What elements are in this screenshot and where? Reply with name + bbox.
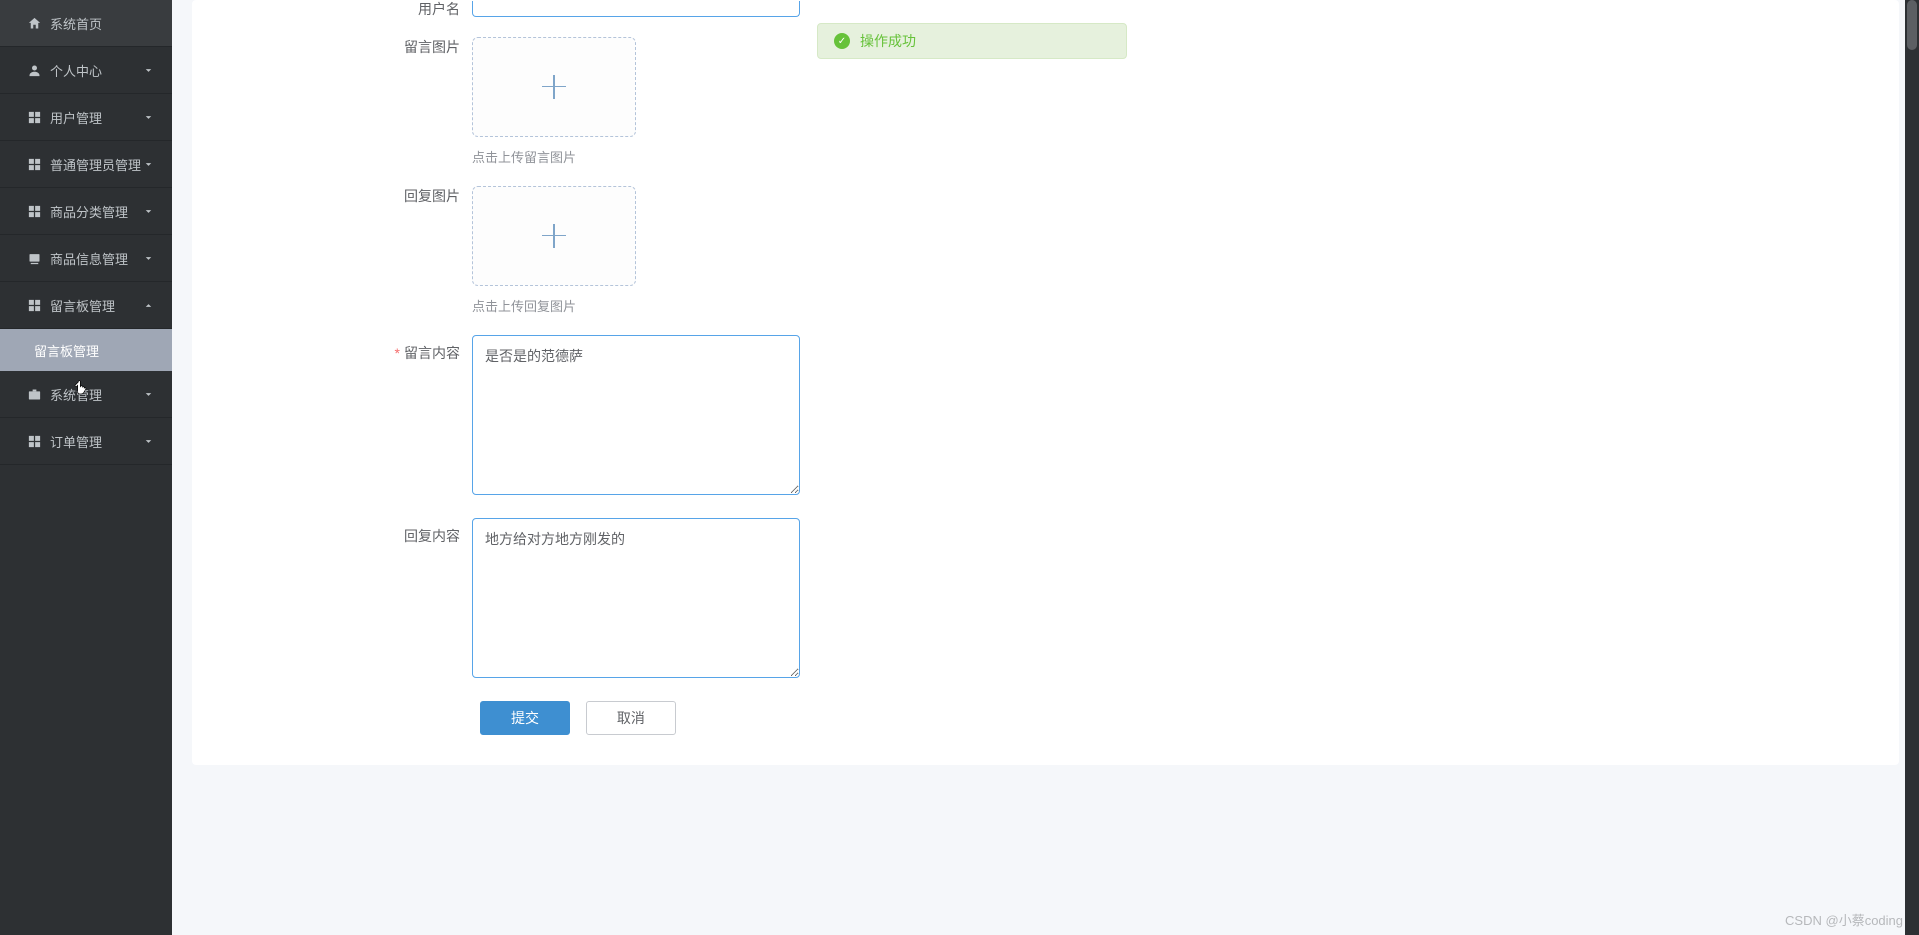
sidebar-item-label: 订单管理 xyxy=(50,432,142,451)
sidebar-item-label: 留言板管理 xyxy=(50,296,142,315)
form-panel: ✓ 操作成功 用户名 留言图片 点击上传留言图片 回复图片 xyxy=(192,0,1899,765)
chevron-down-icon xyxy=(142,158,154,170)
main-content: ✓ 操作成功 用户名 留言图片 点击上传留言图片 回复图片 xyxy=(172,0,1919,935)
label-message-content: *留言内容 xyxy=(192,335,472,371)
row-reply-content: 回复内容 xyxy=(192,518,1899,681)
label-message-image: 留言图片 xyxy=(192,37,472,57)
button-row: 提交 取消 xyxy=(192,701,1899,735)
chevron-down-icon xyxy=(142,111,154,123)
sidebar: 系统首页 个人中心 用户管理 普通管理员管理 商品分类管理 商品信息管理 xyxy=(0,0,172,935)
check-icon: ✓ xyxy=(834,33,850,49)
label-text: 留言内容 xyxy=(404,345,460,361)
sidebar-item-profile[interactable]: 个人中心 xyxy=(0,47,172,94)
scrollbar-thumb[interactable] xyxy=(1907,0,1917,50)
user-icon xyxy=(26,62,42,78)
success-toast: ✓ 操作成功 xyxy=(817,23,1127,59)
sidebar-item-category[interactable]: 商品分类管理 xyxy=(0,188,172,235)
chevron-down-icon xyxy=(142,205,154,217)
message-image-upload[interactable] xyxy=(472,37,636,137)
sidebar-item-messageboard[interactable]: 留言板管理 xyxy=(0,282,172,329)
reply-image-hint: 点击上传回复图片 xyxy=(472,296,1899,315)
grid-icon xyxy=(26,109,42,125)
row-message-content: *留言内容 xyxy=(192,335,1899,498)
layers-icon xyxy=(26,250,42,266)
toast-message: 操作成功 xyxy=(860,31,916,51)
label-reply-content: 回复内容 xyxy=(192,518,472,554)
sidebar-item-orders[interactable]: 订单管理 xyxy=(0,418,172,465)
grid-icon xyxy=(26,156,42,172)
sidebar-item-label: 系统管理 xyxy=(50,385,142,404)
chevron-down-icon xyxy=(142,435,154,447)
submit-button[interactable]: 提交 xyxy=(480,701,570,735)
sidebar-item-admins[interactable]: 普通管理员管理 xyxy=(0,141,172,188)
sidebar-item-label: 普通管理员管理 xyxy=(50,155,142,174)
label-username: 用户名 xyxy=(192,1,472,17)
label-reply-image: 回复图片 xyxy=(192,186,472,206)
message-image-hint: 点击上传留言图片 xyxy=(472,147,1899,166)
message-content-textarea[interactable] xyxy=(472,335,800,495)
chevron-up-icon xyxy=(142,299,154,311)
reply-image-upload[interactable] xyxy=(472,186,636,286)
sidebar-item-label: 商品信息管理 xyxy=(50,249,142,268)
submenu-messageboard: 留言板管理 xyxy=(0,329,172,371)
briefcase-icon xyxy=(26,386,42,402)
sidebar-item-label: 商品分类管理 xyxy=(50,202,142,221)
scrollbar-track[interactable] xyxy=(1905,0,1919,935)
row-reply-image: 回复图片 点击上传回复图片 xyxy=(192,186,1899,315)
sidebar-item-users[interactable]: 用户管理 xyxy=(0,94,172,141)
reply-content-textarea[interactable] xyxy=(472,518,800,678)
watermark: CSDN @小蔡coding xyxy=(1785,910,1903,929)
submenu-item-messageboard[interactable]: 留言板管理 xyxy=(0,329,172,371)
cancel-button[interactable]: 取消 xyxy=(586,701,676,735)
grid-icon xyxy=(26,203,42,219)
chevron-down-icon xyxy=(142,252,154,264)
sidebar-item-system[interactable]: 系统管理 xyxy=(0,371,172,418)
home-icon xyxy=(26,15,42,31)
sidebar-item-home[interactable]: 系统首页 xyxy=(0,0,172,47)
sidebar-item-label: 系统首页 xyxy=(50,14,154,33)
sidebar-item-product[interactable]: 商品信息管理 xyxy=(0,235,172,282)
grid-icon xyxy=(26,297,42,313)
chevron-down-icon xyxy=(142,388,154,400)
username-input[interactable] xyxy=(472,1,800,17)
plus-icon xyxy=(540,73,568,101)
chevron-down-icon xyxy=(142,64,154,76)
plus-icon xyxy=(540,222,568,250)
grid-icon xyxy=(26,433,42,449)
sidebar-item-label: 个人中心 xyxy=(50,61,142,80)
row-username: 用户名 xyxy=(192,0,1899,17)
sidebar-item-label: 用户管理 xyxy=(50,108,142,127)
